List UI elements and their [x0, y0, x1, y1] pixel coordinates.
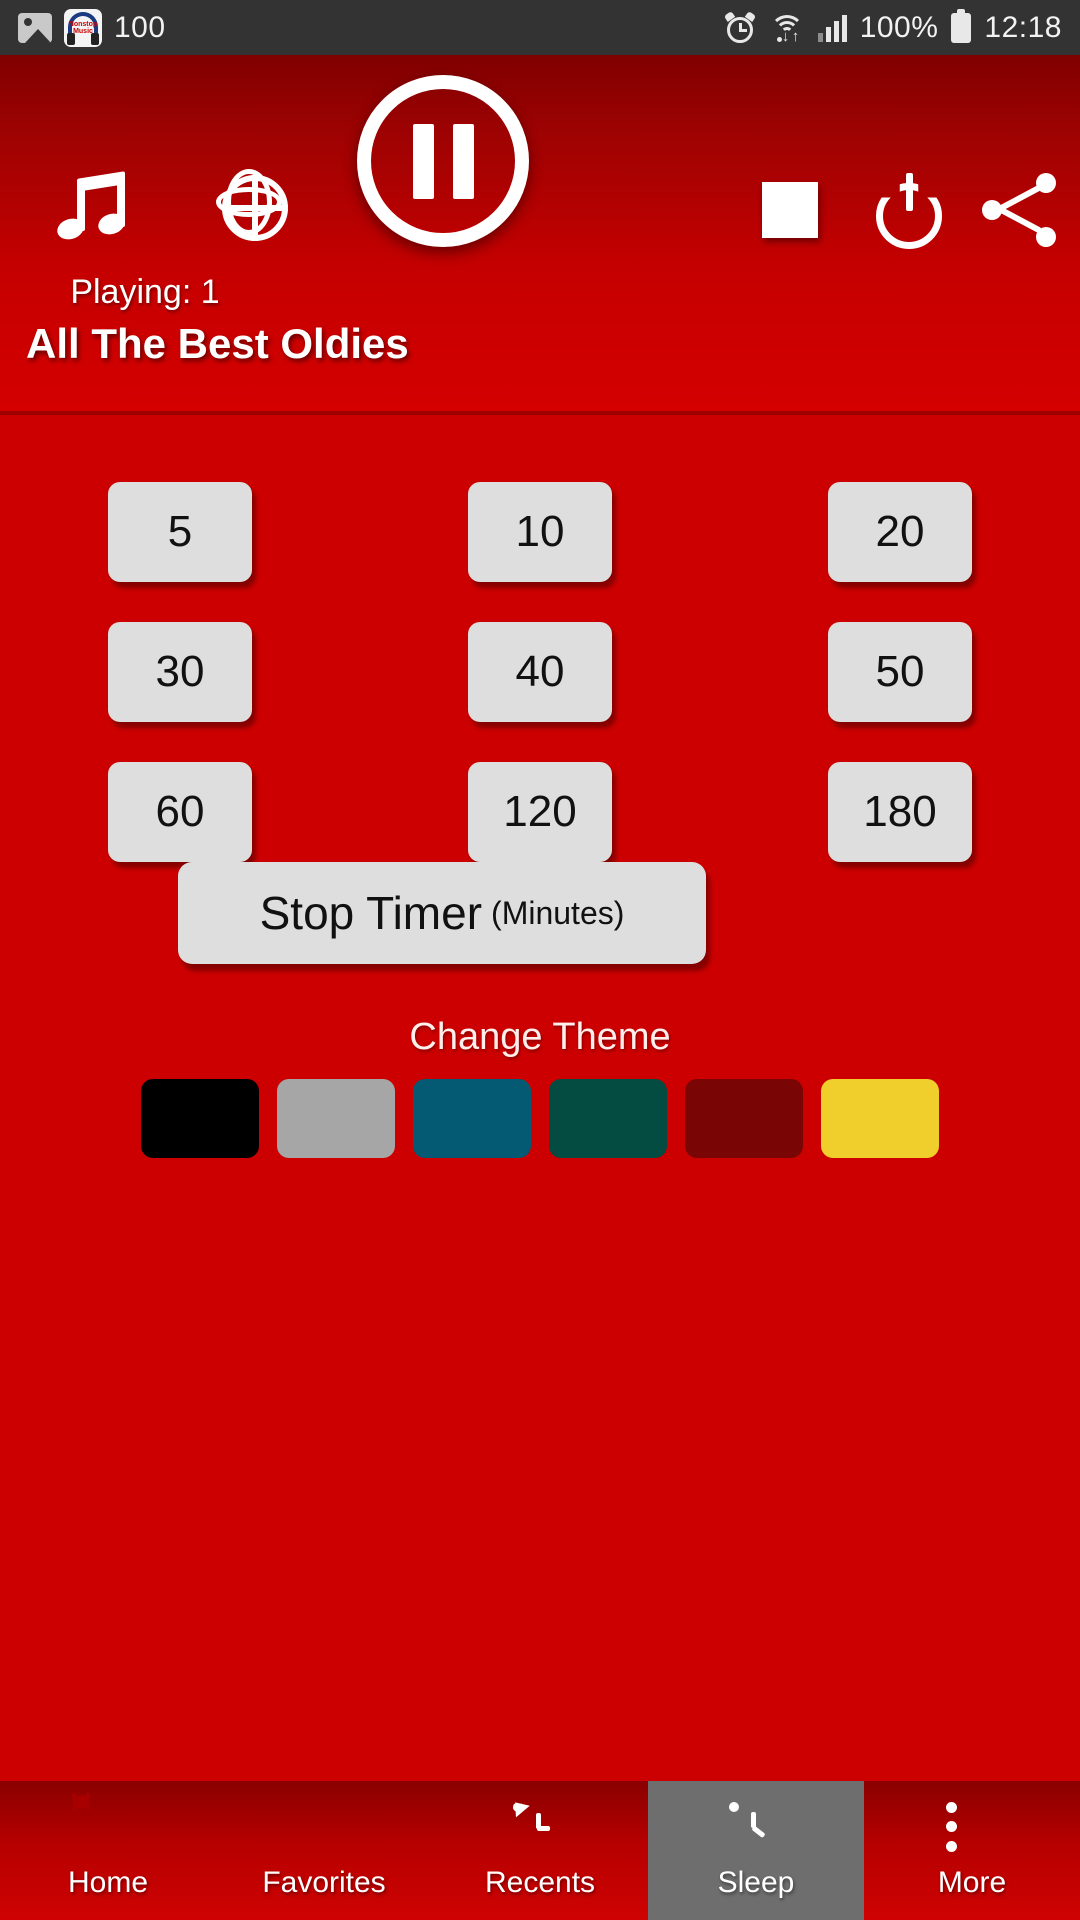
- timer-button-180[interactable]: 180: [828, 762, 972, 862]
- theme-swatch-list: [0, 1079, 1080, 1158]
- app-icon-line1: Nonstop: [68, 20, 98, 28]
- signal-icon: [817, 14, 847, 42]
- nav-label-home: Home: [67, 1865, 149, 1899]
- player-header: Playing: 1 All The Best Oldies: [0, 55, 1080, 415]
- timer-button-60[interactable]: 60: [108, 762, 252, 862]
- globe-icon[interactable]: [216, 169, 288, 241]
- theme-swatch-gray[interactable]: [277, 1079, 395, 1158]
- app-icon-line2: Music: [73, 27, 93, 35]
- clock-icon: [729, 1801, 783, 1852]
- gallery-icon: [18, 12, 52, 43]
- pause-bar-left: [412, 123, 434, 199]
- theme-swatch-yellow[interactable]: [821, 1079, 939, 1158]
- bottom-navigation: Home Favorites Recents Sleep More: [0, 1781, 1080, 1920]
- history-icon: [508, 1796, 567, 1852]
- nav-label-more: More: [937, 1865, 1007, 1899]
- nonstop-music-app-icon: Nonstop Music: [64, 8, 102, 47]
- stop-timer-label: Stop Timer: [259, 887, 483, 939]
- timer-button-50[interactable]: 50: [828, 622, 972, 722]
- nav-item-more[interactable]: More: [864, 1781, 1080, 1920]
- timer-button-20[interactable]: 20: [828, 482, 972, 582]
- nav-item-recents[interactable]: Recents: [432, 1781, 648, 1920]
- nav-item-sleep[interactable]: Sleep: [648, 1781, 864, 1920]
- notification-count: 100: [114, 10, 166, 44]
- battery-percent: 100%: [859, 10, 939, 44]
- nav-label-favorites: Favorites: [262, 1865, 386, 1899]
- status-bar-left: Nonstop Music 100: [18, 8, 166, 47]
- stop-timer-button[interactable]: Stop Timer (Minutes): [178, 862, 706, 964]
- timer-button-30[interactable]: 30: [108, 622, 252, 722]
- timer-button-5[interactable]: 5: [108, 482, 252, 582]
- theme-swatch-blue[interactable]: [413, 1079, 531, 1158]
- radio-icon: [73, 1789, 135, 1852]
- theme-swatch-green[interactable]: [549, 1079, 667, 1158]
- playing-status: Playing: 1: [70, 273, 220, 311]
- stop-button[interactable]: [762, 182, 818, 238]
- timer-button-120[interactable]: 120: [468, 762, 612, 862]
- nav-item-favorites[interactable]: Favorites: [216, 1781, 432, 1920]
- station-title: All The Best Oldies: [26, 320, 409, 367]
- clock-time: 12:18: [984, 10, 1062, 44]
- change-theme-label: Change Theme: [409, 1016, 671, 1058]
- wifi-icon: ↓ ↑: [769, 13, 805, 44]
- stop-timer-unit: (Minutes): [491, 894, 625, 931]
- nav-item-home[interactable]: Home: [0, 1781, 216, 1920]
- battery-icon: [951, 8, 972, 43]
- star-icon: [297, 1802, 351, 1852]
- timer-button-grid: 5 10 20 30 40 50 60 120 180: [0, 482, 1080, 862]
- nav-label-sleep: Sleep: [717, 1865, 795, 1899]
- nav-label-recents: Recents: [484, 1865, 596, 1899]
- theme-swatch-black[interactable]: [141, 1079, 259, 1158]
- music-note-icon[interactable]: [54, 171, 130, 245]
- more-vertical-icon: [945, 1801, 999, 1852]
- status-bar-right: ↓ ↑ 100% 12:18: [723, 8, 1062, 45]
- sleep-timer-panel: 5 10 20 30 40 50 60 120 180 Stop Timer (…: [0, 419, 1080, 1781]
- power-icon[interactable]: [876, 173, 948, 249]
- player-controls: [0, 55, 1080, 285]
- alarm-icon: [723, 10, 756, 44]
- pause-button[interactable]: [357, 75, 529, 247]
- timer-button-40[interactable]: 40: [468, 622, 612, 722]
- theme-swatch-maroon[interactable]: [685, 1079, 803, 1158]
- share-icon[interactable]: [982, 173, 1056, 247]
- pause-bar-right: [452, 123, 474, 199]
- timer-button-10[interactable]: 10: [468, 482, 612, 582]
- status-bar: Nonstop Music 100 ↓ ↑ 100% 12:18: [0, 0, 1080, 55]
